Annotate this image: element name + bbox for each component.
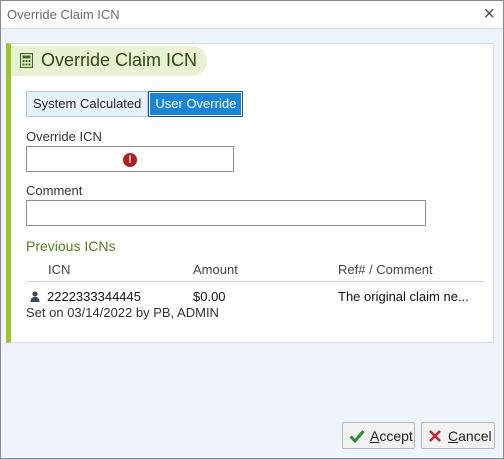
panel-title: Override Claim ICN <box>41 50 198 70</box>
row-ref-comment: The original claim ne... <box>338 289 469 304</box>
override-icn-label: Override ICN <box>26 129 102 144</box>
row-icn: 2222333344445 <box>47 289 141 304</box>
previous-icns-title: Previous ICNs <box>26 238 116 254</box>
check-icon <box>349 429 365 443</box>
close-icon[interactable]: × <box>483 4 495 24</box>
column-header-ref-comment: Ref# / Comment <box>338 262 433 277</box>
accept-button[interactable]: Accept <box>342 422 415 449</box>
user-override-button[interactable]: User Override <box>148 91 244 117</box>
header-divider <box>26 281 484 282</box>
calculator-icon <box>20 53 33 68</box>
column-header-icn: ICN <box>48 262 71 277</box>
cancel-label: Cancel <box>448 427 492 444</box>
error-icon: ! <box>123 153 137 167</box>
panel-header: Override Claim ICN <box>11 46 207 76</box>
cancel-button[interactable]: Cancel <box>421 422 495 449</box>
dialog-window: Override Claim ICN × Override Claim ICN … <box>0 0 504 459</box>
mode-toggle: System Calculated User Override <box>26 91 244 117</box>
person-icon <box>30 291 40 302</box>
override-icn-input[interactable]: ! <box>26 146 234 172</box>
row-set-on: Set on 03/14/2022 by PB, ADMIN <box>26 305 219 320</box>
column-header-amount: Amount <box>193 262 238 277</box>
title-bar: Override Claim ICN × <box>1 1 503 29</box>
close-x-icon <box>429 429 441 442</box>
system-calculated-button[interactable]: System Calculated <box>26 91 149 117</box>
comment-input[interactable] <box>26 200 426 226</box>
comment-label: Comment <box>26 183 83 198</box>
override-panel: Override Claim ICN System Calculated Use… <box>6 43 494 343</box>
accept-label: Accept <box>370 427 413 444</box>
window-title: Override Claim ICN <box>7 7 120 22</box>
row-amount: $0.00 <box>193 289 226 304</box>
